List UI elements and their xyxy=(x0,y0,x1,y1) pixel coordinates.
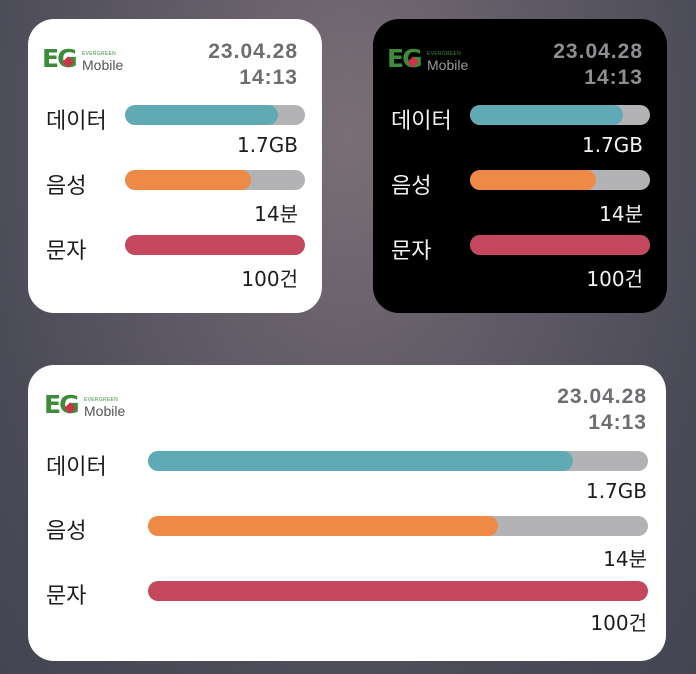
usage-bar-voice xyxy=(148,516,648,536)
logo-name: Mobile xyxy=(84,403,126,419)
datetime: 23.04.28 14:13 xyxy=(553,39,643,91)
time-text: 14:13 xyxy=(584,66,643,89)
logo-name: Mobile xyxy=(82,57,124,73)
evergreen-mobile-logo: EG EVERGREEN Mobile xyxy=(387,45,477,74)
usage-bar-voice xyxy=(470,170,650,190)
usage-fill-voice xyxy=(148,516,498,536)
usage-fill-voice xyxy=(125,170,251,190)
usage-bar-data xyxy=(148,451,648,471)
usage-bar-sms xyxy=(125,235,305,255)
row-value-voice: 14분 xyxy=(599,202,643,226)
widget-small-light[interactable]: EG EVERGREEN Mobile 23.04.28 14:13 데이터 1… xyxy=(28,19,322,313)
row-value-sms: 100건 xyxy=(590,611,647,635)
usage-fill-data xyxy=(470,105,623,125)
usage-fill-sms xyxy=(125,235,305,255)
evergreen-mobile-logo: EG EVERGREEN Mobile xyxy=(42,45,132,74)
row-label-sms: 문자 xyxy=(46,239,87,264)
usage-fill-voice xyxy=(470,170,596,190)
row-value-data: 1.7GB xyxy=(581,133,643,157)
row-value-data: 1.7GB xyxy=(585,479,647,503)
row-label-data: 데이터 xyxy=(46,109,107,134)
datetime: 23.04.28 14:13 xyxy=(557,384,647,436)
date-text: 23.04.28 xyxy=(553,40,643,63)
row-label-data: 데이터 xyxy=(391,109,452,134)
usage-bar-data xyxy=(125,105,305,125)
widget-small-dark[interactable]: EG EVERGREEN Mobile 23.04.28 14:13 데이터 1… xyxy=(373,19,667,313)
row-label-voice: 음성 xyxy=(391,174,432,199)
date-text: 23.04.28 xyxy=(557,385,647,408)
usage-fill-sms xyxy=(470,235,650,255)
usage-fill-data xyxy=(148,451,573,471)
row-value-sms: 100건 xyxy=(586,267,643,291)
row-label-voice: 음성 xyxy=(46,519,87,544)
usage-bar-sms xyxy=(470,235,650,255)
row-value-sms: 100건 xyxy=(241,267,298,291)
usage-bar-voice xyxy=(125,170,305,190)
row-label-data: 데이터 xyxy=(46,455,107,480)
row-value-voice: 14분 xyxy=(603,547,647,571)
widget-medium-light[interactable]: EG EVERGREEN Mobile 23.04.28 14:13 데이터 1… xyxy=(28,365,666,661)
date-text: 23.04.28 xyxy=(208,40,298,63)
time-text: 14:13 xyxy=(588,411,647,434)
row-label-sms: 문자 xyxy=(46,584,87,609)
datetime: 23.04.28 14:13 xyxy=(208,39,298,91)
row-label-sms: 문자 xyxy=(391,239,432,264)
time-text: 14:13 xyxy=(239,66,298,89)
logo-name: Mobile xyxy=(427,57,469,73)
row-value-data: 1.7GB xyxy=(236,133,298,157)
usage-bar-data xyxy=(470,105,650,125)
usage-bar-sms xyxy=(148,581,648,601)
usage-fill-sms xyxy=(148,581,648,601)
usage-fill-data xyxy=(125,105,278,125)
evergreen-mobile-logo: EG EVERGREEN Mobile xyxy=(44,391,134,420)
row-label-voice: 음성 xyxy=(46,174,87,199)
row-value-voice: 14분 xyxy=(254,202,298,226)
